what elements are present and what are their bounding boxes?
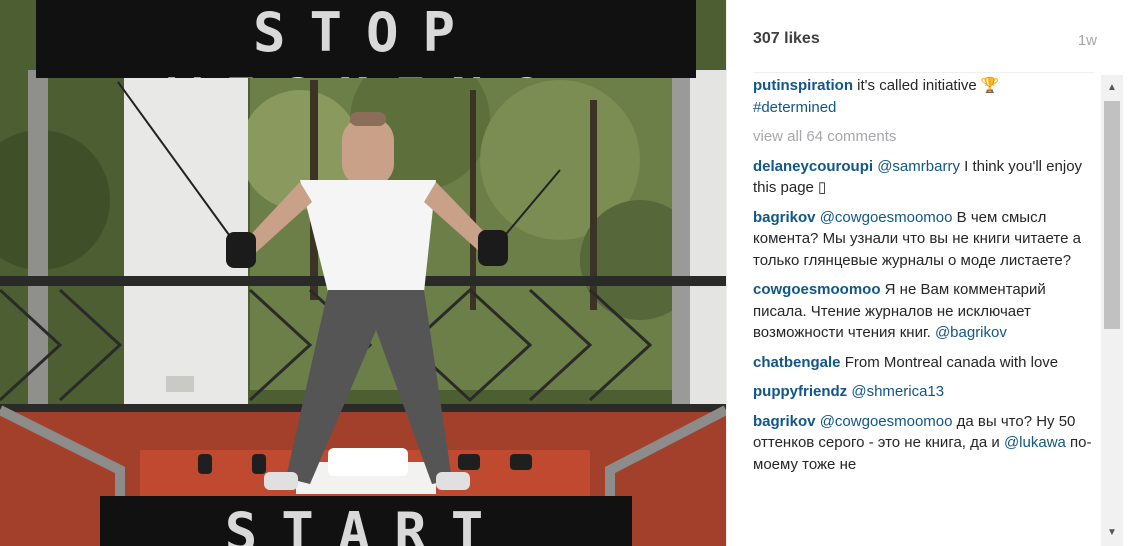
comment-item: chatbengale From Montreal canada with lo…: [753, 352, 1101, 374]
comment-username[interactable]: delaneycouroupi: [753, 158, 873, 175]
scrollbar-thumb[interactable]: [1104, 101, 1120, 329]
divider: [753, 72, 1095, 73]
post-details-panel: 307 likes 1w putinspiration it's called …: [726, 0, 1136, 546]
comment-item: bagrikov @cowgoesmoomoo да вы что? Ну 50…: [753, 411, 1101, 476]
scroll-up-arrow-icon[interactable]: ▲: [1101, 81, 1123, 95]
comment-username[interactable]: cowgoesmoomoo: [753, 281, 881, 298]
comment-mention[interactable]: @cowgoesmoomoo: [820, 413, 953, 430]
comments-list: putinspiration it's called initiative 🏆 …: [753, 75, 1101, 483]
post-photo[interactable]: STOP WISHING START DOING: [0, 0, 726, 546]
caption: putinspiration it's called initiative 🏆 …: [753, 75, 1101, 118]
bottom-banner-text: START DOING: [100, 496, 632, 546]
comment-mention[interactable]: @lukawa: [1004, 434, 1066, 451]
comment-mention[interactable]: @bagrikov: [935, 324, 1007, 341]
comment-username[interactable]: puppyfriendz: [753, 383, 847, 400]
caption-hashtag[interactable]: #determined: [753, 99, 836, 116]
comment-item: cowgoesmoomoo Я не Вам комментарий писал…: [753, 279, 1101, 344]
comment-item: puppyfriendz @shmerica13: [753, 381, 1101, 403]
comment-item: bagrikov @cowgoesmoomoo В чем смысл коме…: [753, 207, 1101, 272]
comment-mention[interactable]: @samrbarry: [877, 158, 960, 175]
caption-text: it's called initiative 🏆: [857, 77, 1000, 94]
comment-text: From Montreal canada with love: [840, 353, 1059, 371]
comment-username[interactable]: bagrikov: [753, 413, 816, 430]
view-all-comments-link[interactable]: view all 64 comments: [753, 126, 1101, 148]
gym-photo-illustration: [0, 0, 726, 546]
likes-count[interactable]: 307 likes: [753, 30, 820, 48]
comment-item: delaneycouroupi @samrbarry I think you'l…: [753, 156, 1101, 199]
top-banner-text: STOP WISHING: [36, 0, 696, 78]
post-age[interactable]: 1w: [1078, 32, 1097, 49]
comment-mention[interactable]: @cowgoesmoomoo: [820, 209, 953, 226]
caption-username[interactable]: putinspiration: [753, 77, 853, 94]
comment-username[interactable]: bagrikov: [753, 209, 816, 226]
comment-mention[interactable]: @shmerica13: [851, 383, 944, 400]
scroll-down-arrow-icon[interactable]: ▼: [1101, 526, 1123, 540]
comments-scrollbar[interactable]: ▲ ▼: [1101, 75, 1123, 546]
comment-username[interactable]: chatbengale: [753, 354, 841, 371]
